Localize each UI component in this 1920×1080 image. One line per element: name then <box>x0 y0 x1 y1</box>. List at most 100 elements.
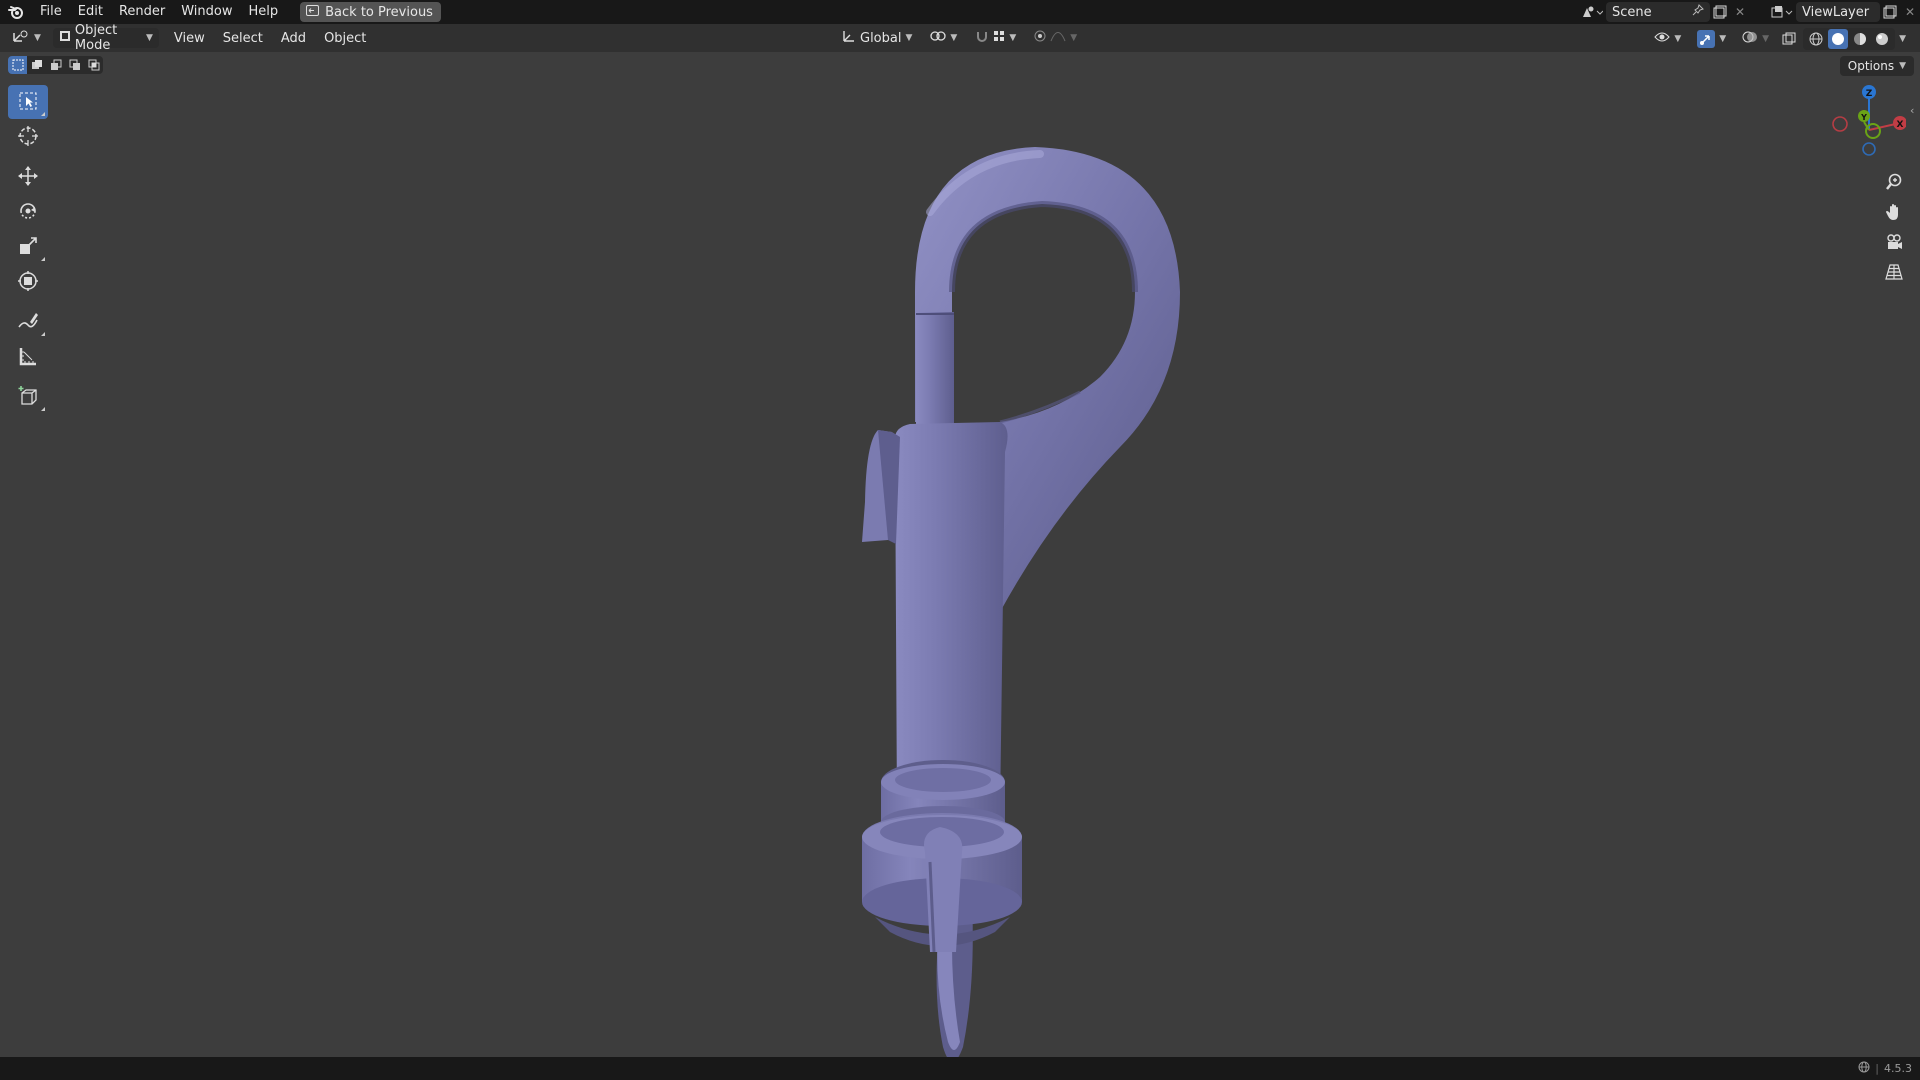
magnet-icon[interactable] <box>975 29 989 47</box>
back-to-previous-label: Back to Previous <box>325 4 433 20</box>
chevron-down-icon: ▼ <box>1009 33 1017 43</box>
eye-icon <box>1654 31 1670 47</box>
object-mode-label: Object Mode <box>74 23 118 53</box>
measure-icon <box>18 346 38 369</box>
overlays-icon[interactable] <box>1742 30 1758 48</box>
chevron-down-icon: ▼ <box>146 33 153 43</box>
delete-view-layer-icon[interactable]: ✕ <box>1900 2 1920 22</box>
measure-tool[interactable] <box>8 340 48 374</box>
scale-icon <box>18 236 38 259</box>
rotate-tool[interactable] <box>8 195 48 229</box>
3d-viewport-icon <box>12 29 30 47</box>
back-to-previous-button[interactable]: Back to Previous <box>300 2 441 22</box>
scene-type-icon[interactable] <box>1578 2 1606 22</box>
transform-tool[interactable] <box>8 265 48 299</box>
object-mode-dropdown[interactable]: Object Mode ▼ <box>52 23 159 53</box>
add-cube-icon <box>17 385 39 410</box>
select-intersect-icon[interactable] <box>84 56 103 74</box>
menu-file[interactable]: File <box>32 0 70 24</box>
object-mode-icon <box>59 30 71 46</box>
options-dropdown[interactable]: Options ▼ <box>1839 56 1914 76</box>
navigation-buttons <box>1879 168 1909 288</box>
annotate-tool[interactable] <box>8 305 48 339</box>
sidebar-toggle-icon[interactable]: ‹ <box>1910 104 1920 124</box>
menu-edit[interactable]: Edit <box>70 0 111 24</box>
view-layer-type-icon[interactable] <box>1768 2 1796 22</box>
zoom-icon <box>1885 173 1903 194</box>
grid-view-icon <box>1885 263 1903 284</box>
menu-window[interactable]: Window <box>173 0 240 24</box>
transform-icon <box>17 270 39 295</box>
add-cube-tool[interactable] <box>8 380 48 414</box>
menu-object[interactable]: Object <box>315 31 375 46</box>
chevron-down-icon: ▼ <box>1070 33 1078 43</box>
chevron-down-icon: ▼ <box>950 33 958 43</box>
visibility-dropdown[interactable]: ▼ <box>1648 29 1687 49</box>
editor-type-dropdown[interactable]: ▼ <box>6 28 47 48</box>
selection-mode-buttons <box>8 56 103 74</box>
blender-logo-icon[interactable] <box>0 0 32 24</box>
gizmo-neg-z[interactable] <box>1862 142 1876 156</box>
cursor-tool[interactable] <box>8 120 48 154</box>
menu-select[interactable]: Select <box>214 31 272 46</box>
snap-hook-model[interactable] <box>830 92 1210 1075</box>
camera-view-button[interactable] <box>1879 228 1909 258</box>
new-view-layer-icon[interactable] <box>1880 2 1900 22</box>
select-box-tool[interactable] <box>8 85 48 119</box>
overlays-dropdown[interactable]: ▼ <box>1736 29 1775 49</box>
snap-dropdown[interactable]: ▼ <box>969 28 1022 48</box>
navigation-gizmo[interactable]: Z X Y <box>1826 82 1907 162</box>
zoom-button[interactable] <box>1879 168 1909 198</box>
pin-icon[interactable] <box>1692 4 1704 20</box>
status-divider: | <box>1875 1062 1879 1075</box>
annotate-icon <box>17 310 39 335</box>
falloff-curve-icon <box>1050 30 1066 46</box>
select-invert-icon[interactable] <box>65 56 84 74</box>
menu-view[interactable]: View <box>165 31 214 46</box>
scene-field[interactable]: Scene <box>1606 2 1710 22</box>
gizmo-y-label: Y <box>1860 113 1867 122</box>
rendered-shading-icon[interactable] <box>1872 29 1892 49</box>
chevron-down-icon: ▼ <box>905 33 913 43</box>
3d-viewport[interactable]: Options ▼ Z X Y ‹ <box>0 52 1920 1062</box>
delete-scene-icon[interactable]: ✕ <box>1730 2 1750 22</box>
menu-help[interactable]: Help <box>241 0 287 24</box>
wireframe-shading-icon[interactable] <box>1806 29 1826 49</box>
select-subtract-icon[interactable] <box>46 56 65 74</box>
xray-toggle-icon[interactable] <box>1779 29 1799 49</box>
toggle-perspective-button[interactable] <box>1879 258 1909 288</box>
transform-orientation-dropdown[interactable]: Global ▼ <box>836 28 918 48</box>
version-info: | 4.5.3 <box>1858 1057 1912 1080</box>
camera-icon <box>1885 233 1903 254</box>
main-shaft <box>895 422 1008 812</box>
gizmo-x-label: X <box>1897 120 1904 130</box>
pan-button[interactable] <box>1879 198 1909 228</box>
gizmos-dropdown[interactable]: ▼ <box>1691 29 1732 49</box>
select-extend-icon[interactable] <box>27 56 46 74</box>
proportional-editing-dropdown[interactable]: ▼ <box>1028 28 1083 48</box>
material-shading-icon[interactable] <box>1850 29 1870 49</box>
gizmo-icon[interactable] <box>1697 30 1716 48</box>
shading-modes <box>1803 28 1896 50</box>
scale-tool[interactable] <box>8 230 48 264</box>
menu-add[interactable]: Add <box>272 31 315 46</box>
status-bar: | 4.5.3 <box>0 1057 1920 1080</box>
cursor-icon <box>17 125 39 150</box>
proportional-edit-icon[interactable] <box>1034 30 1046 46</box>
gizmo-neg-y[interactable] <box>1865 123 1881 139</box>
move-tool[interactable] <box>8 160 48 194</box>
pivot-point-dropdown[interactable]: ▼ <box>924 28 963 48</box>
chevron-down-icon: ▼ <box>1719 34 1727 44</box>
gizmo-neg-x[interactable] <box>1832 116 1848 132</box>
chevron-down-icon: ▼ <box>34 33 41 43</box>
select-box-icon <box>18 91 38 114</box>
solid-shading-icon[interactable] <box>1828 29 1849 49</box>
chevron-down-icon: ▼ <box>1899 61 1906 71</box>
new-scene-icon[interactable] <box>1710 2 1730 22</box>
header-center-tools: Global ▼ ▼ ▼ ▼ <box>836 28 1083 48</box>
view-layer-field[interactable]: ViewLayer <box>1796 2 1880 22</box>
select-new-icon[interactable] <box>8 56 27 74</box>
menu-render[interactable]: Render <box>111 0 173 24</box>
shading-chevron-down-icon[interactable]: ▼ <box>1899 34 1906 44</box>
scene-name: Scene <box>1612 4 1652 20</box>
